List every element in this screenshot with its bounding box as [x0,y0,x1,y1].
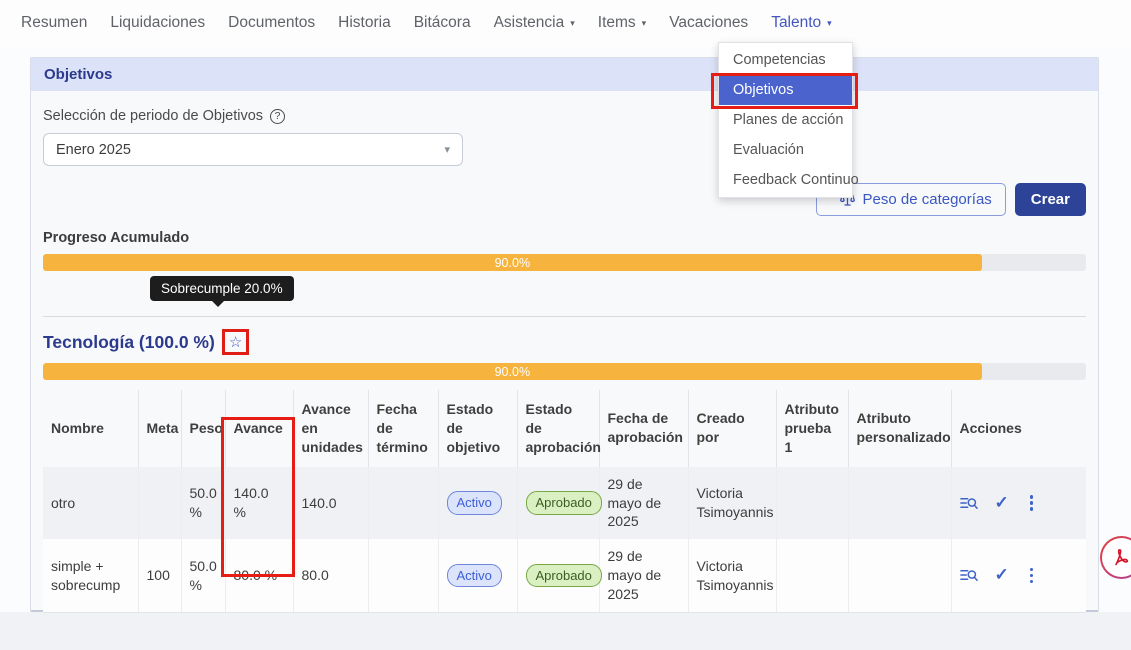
status-badge-aprobado: Aprobado [526,491,602,515]
overall-progress-value: 90.0% [495,256,530,270]
more-options-icon[interactable] [1026,566,1038,586]
chevron-down-icon: ▾ [827,16,832,29]
cell-fecha-termino [368,467,438,540]
cell-estado-aprobacion: Aprobado [517,539,599,612]
chevron-down-icon: ▾ [570,16,575,29]
col-peso: Peso [181,390,225,467]
cell-peso: 50.0 % [181,539,225,612]
table-header-row: Nombre Meta Peso Avance Avance en unidad… [43,390,1086,467]
cell-peso: 50.0 % [181,467,225,540]
star-annotation-box: ☆ [222,329,249,355]
panel-body: Selección de periodo de Objetivos ? Ener… [31,91,1098,613]
col-estado-aprobacion: Estado de aprobación [517,390,599,467]
sobrecumple-tooltip: Sobrecumple 20.0% [150,276,294,301]
category-progress-bar: 90.0% [43,363,1086,380]
approve-check-icon[interactable]: ✓ [995,492,1009,515]
page-bottom-area [0,612,1131,650]
progress-acumulado-label: Progreso Acumulado [43,230,1086,246]
cell-avance-unidades: 140.0 [293,467,368,540]
cell-estado-objetivo: Activo [438,467,517,540]
cell-creado-por: Victoria Tsimoyannis [688,539,776,612]
col-fecha-termino: Fecha de término [368,390,438,467]
nav-item-documentos[interactable]: Documentos [227,0,316,47]
cell-fecha-aprobacion: 29 de mayo de 2025 [599,467,688,540]
top-nav: Resumen Liquidaciones Documentos Histori… [0,0,1131,47]
cell-acciones: ✓ [951,539,1086,612]
cell-nombre: otro [43,467,138,540]
col-atributo-prueba-1: Atributo prueba 1 [776,390,848,467]
col-creado-por: Creado por [688,390,776,467]
cell-avance: 80.0 % [225,539,293,612]
overall-progress-bar: 90.0% [43,254,1086,271]
nav-item-asistencia[interactable]: Asistencia ▾ [493,0,576,47]
col-estado-objetivo: Estado de objetivo [438,390,517,467]
cell-atributo-personalizado [848,467,951,540]
chevron-down-icon: ▾ [642,16,647,29]
view-details-icon[interactable] [960,496,978,511]
col-atributo-personalizado: Atributo personalizado [848,390,951,467]
period-select[interactable]: Enero 2025 ▾ [43,133,463,166]
table-row: otro 50.0 % 140.0 % 140.0 Activo Aprobad… [43,467,1086,540]
nav-item-items[interactable]: Items ▾ [597,0,647,47]
view-details-icon[interactable] [960,568,978,583]
cell-estado-objetivo: Activo [438,539,517,612]
cell-nombre: simple + sobrecump [43,539,138,612]
cell-meta [138,467,181,540]
panel-title: Objetivos [31,58,1098,91]
menu-item-objetivos[interactable]: Objetivos [719,75,852,105]
table-row: simple + sobrecump 100 50.0 % 80.0 % 80.… [43,539,1086,612]
menu-item-feedback-continuo[interactable]: Feedback Continuo [719,165,852,195]
cell-atributo-prueba-1 [776,467,848,540]
star-icon[interactable]: ☆ [229,333,242,351]
category-progress-fill: 90.0% [43,363,982,380]
category-title: Tecnología (100.0 %) [43,332,215,353]
cell-avance-unidades: 80.0 [293,539,368,612]
status-badge-activo: Activo [447,491,502,515]
crear-button[interactable]: Crear [1015,183,1086,216]
objetivos-panel: Objetivos Selección de periodo de Objeti… [30,57,1099,612]
cell-estado-aprobacion: Aprobado [517,467,599,540]
peso-categorias-label: Peso de categorías [863,191,992,208]
cell-fecha-termino [368,539,438,612]
cell-acciones: ✓ [951,467,1086,540]
cell-meta: 100 [138,539,181,612]
cell-creado-por: Victoria Tsimoyannis [688,467,776,540]
category-progress-value: 90.0% [495,365,530,379]
status-badge-aprobado: Aprobado [526,564,602,588]
more-options-icon[interactable] [1026,493,1038,513]
period-select-label: Selección de periodo de Objetivos [43,108,263,124]
cell-fecha-aprobacion: 29 de mayo de 2025 [599,539,688,612]
chevron-down-icon: ▾ [444,143,450,156]
nav-item-bitacora[interactable]: Bitácora [413,0,472,47]
nav-item-historia[interactable]: Historia [337,0,392,47]
section-divider [43,316,1086,317]
menu-item-competencias[interactable]: Competencias [719,45,852,75]
menu-item-evaluacion[interactable]: Evaluación [719,135,852,165]
nav-item-talento[interactable]: Talento ▾ [770,0,833,47]
cell-atributo-personalizado [848,539,951,612]
nav-item-resumen[interactable]: Resumen [20,0,88,47]
col-fecha-aprobacion: Fecha de aprobación [599,390,688,467]
pdf-export-button[interactable] [1100,536,1131,579]
col-meta: Meta [138,390,181,467]
pdf-icon [1102,538,1131,577]
period-select-value: Enero 2025 [56,142,131,158]
approve-check-icon[interactable]: ✓ [995,564,1009,587]
nav-item-liquidaciones[interactable]: Liquidaciones [109,0,206,47]
talento-dropdown-menu: Competencias Objetivos Planes de acción … [718,42,853,198]
menu-item-planes-de-accion[interactable]: Planes de acción [719,105,852,135]
col-acciones: Acciones [951,390,1086,467]
cell-atributo-prueba-1 [776,539,848,612]
help-icon[interactable]: ? [270,109,285,124]
overall-progress-fill: 90.0% [43,254,982,271]
nav-item-vacaciones[interactable]: Vacaciones [668,0,749,47]
objetivos-table: Nombre Meta Peso Avance Avance en unidad… [43,390,1086,613]
col-avance: Avance [225,390,293,467]
cell-avance: 140.0 % [225,467,293,540]
col-avance-unidades: Avance en unidades [293,390,368,467]
col-nombre: Nombre [43,390,138,467]
status-badge-activo: Activo [447,564,502,588]
